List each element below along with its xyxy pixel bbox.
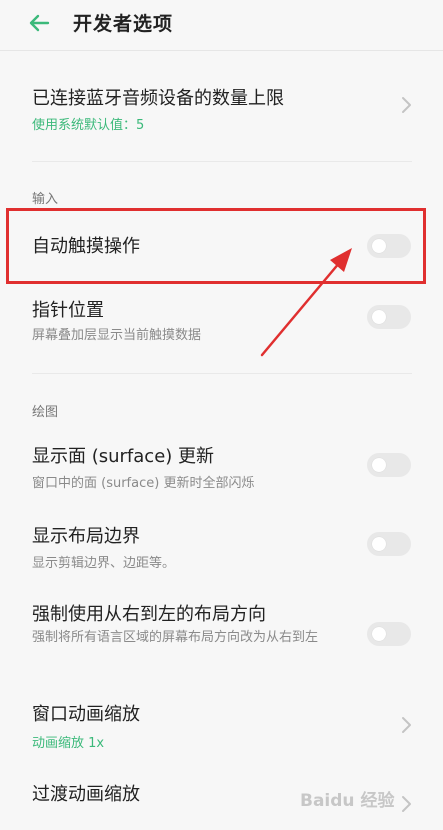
bluetooth-limit-row[interactable]: 已连接蓝牙音频设备的数量上限 使用系统默认值：5 bbox=[0, 70, 443, 146]
developer-options-screen: 开发者选项 已连接蓝牙音频设备的数量上限 使用系统默认值：5 输入 自动触摸操作… bbox=[0, 0, 443, 830]
transition-animation-title: 过渡动画缩放 bbox=[32, 784, 140, 805]
header-divider bbox=[0, 50, 443, 51]
window-animation-row[interactable]: 窗口动画缩放 动画缩放 1x bbox=[0, 690, 443, 762]
surface-updates-row[interactable]: 显示面 (surface) 更新 窗口中的面 (surface) 更新时全部闪烁 bbox=[0, 432, 443, 504]
section-divider bbox=[32, 161, 412, 162]
chevron-right-icon bbox=[402, 717, 411, 733]
force-rtl-subtitle: 强制将所有语言区域的屏幕布局方向改为从右到左 bbox=[32, 630, 319, 645]
toggle-knob bbox=[372, 458, 386, 472]
pointer-location-toggle[interactable] bbox=[367, 305, 411, 329]
force-rtl-toggle[interactable] bbox=[367, 622, 411, 646]
pointer-location-title: 指针位置 bbox=[32, 300, 104, 321]
toggle-knob bbox=[372, 627, 386, 641]
section-header-input: 输入 bbox=[32, 192, 59, 207]
toggle-knob bbox=[372, 310, 386, 324]
chevron-right-icon bbox=[402, 97, 411, 113]
page-title: 开发者选项 bbox=[73, 13, 174, 35]
surface-updates-subtitle: 窗口中的面 (surface) 更新时全部闪烁 bbox=[32, 476, 255, 491]
section-header-drawing: 绘图 bbox=[32, 405, 59, 420]
surface-updates-title: 显示面 (surface) 更新 bbox=[32, 446, 215, 467]
section-divider bbox=[32, 373, 412, 374]
layout-bounds-toggle[interactable] bbox=[367, 532, 411, 556]
annotation-highlight-box bbox=[6, 208, 426, 284]
force-rtl-row[interactable]: 强制使用从右到左的布局方向 强制将所有语言区域的屏幕布局方向改为从右到左 bbox=[0, 594, 443, 678]
pointer-location-row[interactable]: 指针位置 屏幕叠加层显示当前触摸数据 bbox=[0, 286, 443, 356]
bluetooth-limit-value: 使用系统默认值：5 bbox=[32, 118, 145, 133]
surface-updates-toggle[interactable] bbox=[367, 453, 411, 477]
force-rtl-title: 强制使用从右到左的布局方向 bbox=[32, 604, 266, 625]
bluetooth-limit-title: 已连接蓝牙音频设备的数量上限 bbox=[32, 88, 284, 109]
arrow-left-icon bbox=[29, 14, 50, 32]
window-animation-title: 窗口动画缩放 bbox=[32, 704, 140, 725]
app-header: 开发者选项 bbox=[0, 0, 443, 46]
window-animation-value: 动画缩放 1x bbox=[32, 736, 105, 751]
layout-bounds-subtitle: 显示剪辑边界、边距等。 bbox=[32, 556, 176, 571]
pointer-location-subtitle: 屏幕叠加层显示当前触摸数据 bbox=[32, 328, 202, 343]
toggle-knob bbox=[372, 537, 386, 551]
layout-bounds-row[interactable]: 显示布局边界 显示剪辑边界、边距等。 bbox=[0, 514, 443, 586]
baidu-watermark: Baidu 经验 bbox=[300, 791, 395, 811]
layout-bounds-title: 显示布局边界 bbox=[32, 526, 140, 547]
back-button[interactable] bbox=[22, 8, 56, 38]
